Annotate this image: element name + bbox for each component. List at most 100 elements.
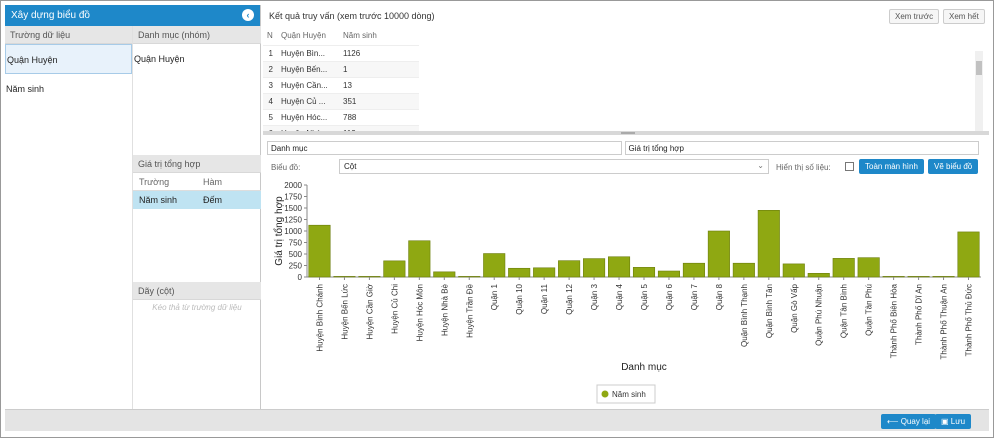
chart-bar — [882, 276, 905, 278]
row-district: Huyện Hóc... — [277, 109, 339, 126]
category-field-box[interactable]: Danh mục — [267, 141, 622, 155]
aggregate-row[interactable]: Năm sinh Đếm — [133, 191, 261, 209]
builder-title: Xây dựng biểu đồ — [11, 10, 90, 21]
chart-bar — [558, 260, 581, 278]
col-district[interactable]: Quận Huyện — [277, 27, 339, 46]
x-tick-label: Quận 6 — [665, 283, 674, 310]
draw-chart-button[interactable]: Vẽ biểu đồ — [928, 159, 979, 174]
col-birth-year[interactable]: Năm sinh — [339, 27, 419, 46]
result-grid: N Quận Huyện Năm sinh 1 Huyện Bìn... 1126 2… — [263, 27, 989, 131]
x-tick-label: Quận 7 — [690, 283, 699, 310]
chart-bar — [383, 260, 406, 278]
row-district: Huyện Cần... — [277, 77, 339, 94]
series-drop-hint[interactable]: Kéo thả từ trường dữ liệu — [133, 300, 261, 312]
y-tick-label: 1500 — [284, 204, 302, 213]
x-tick-label: Thành Phố Biên Hòa — [890, 283, 899, 358]
aggregate-row-field: Năm sinh — [139, 195, 178, 205]
table-row[interactable]: 5 Huyện Hóc... 788 — [263, 109, 419, 126]
x-tick-label: Huyện Nhà Bè — [440, 283, 449, 336]
chart-bar — [508, 267, 531, 278]
table-row[interactable]: 1 Huyện Bìn... 1126 — [263, 45, 419, 62]
chart-bar — [832, 258, 855, 278]
chart-bar — [308, 224, 331, 278]
row-index: 4 — [263, 93, 277, 110]
save-button-label: Lưu — [950, 417, 966, 426]
y-tick-label: 1250 — [284, 216, 302, 225]
row-birth-year: 351 — [339, 93, 419, 110]
scrollbar-thumb[interactable] — [976, 61, 982, 75]
chart-bar — [907, 276, 930, 278]
chart-bar — [707, 230, 730, 278]
chart-type-select[interactable]: Cột ⌄ — [339, 159, 769, 174]
chart-bar — [408, 240, 431, 278]
panel-splitter[interactable] — [263, 131, 989, 135]
x-tick-label: Quận 4 — [615, 283, 624, 310]
category-drop-item[interactable]: Quận Huyện — [133, 44, 261, 74]
show-values-label: Hiển thị số liệu: — [776, 163, 831, 172]
splitter-grip[interactable] — [621, 132, 635, 134]
field-item-district[interactable]: Quận Huyện — [5, 44, 132, 74]
y-axis-title: Giá trị tổng hợp — [273, 196, 285, 266]
chart-bar — [682, 262, 705, 278]
x-tick-label: Quận 12 — [565, 283, 574, 314]
y-tick-label: 1750 — [284, 193, 302, 202]
chart-bar — [757, 209, 780, 278]
x-tick-label: Quận Gò Vấp — [790, 283, 799, 332]
result-table: N Quận Huyện Năm sinh 1 Huyện Bìn... 1126 2… — [263, 27, 419, 131]
x-tick-label: Huyện Cần Giờ — [365, 283, 374, 339]
fields-column: Trường dữ liệu Quận Huyện Năm sinh — [5, 26, 133, 409]
result-panel: Kết quả truy vấn (xem trước 10000 dòng) … — [263, 5, 989, 409]
save-button[interactable]: ▣ Lưu — [935, 414, 972, 429]
footer-bar: ⟵ Quay lại ▣ Lưu — [5, 409, 989, 431]
legend-label: Năm sinh — [612, 390, 646, 399]
table-row[interactable]: 2 Huyện Bến... 1 — [263, 61, 419, 78]
y-tick-label: 1000 — [284, 227, 302, 236]
row-district: Huyện Củ ... — [277, 93, 339, 110]
result-table-header: N Quận Huyện Năm sinh — [263, 27, 419, 46]
table-row[interactable]: 4 Huyện Củ ... 351 — [263, 93, 419, 110]
view-all-button[interactable]: Xem hết — [943, 9, 985, 24]
grid-scrollbar[interactable] — [975, 51, 983, 131]
chart-bar — [657, 270, 680, 278]
collapse-left-icon[interactable]: ‹ — [242, 9, 254, 21]
x-tick-label: Quận 1 — [490, 283, 499, 310]
x-tick-label: Thành Phố Thuận An — [940, 284, 949, 359]
fullscreen-button[interactable]: Toàn màn hình — [859, 159, 924, 174]
row-birth-year: 13 — [339, 77, 419, 94]
value-field-box[interactable]: Giá trị tổng hợp — [624, 141, 979, 155]
row-district: Huyện Bìn... — [277, 45, 339, 62]
table-row[interactable]: 3 Huyện Cần... 13 — [263, 77, 419, 94]
x-tick-label: Thành Phố Dĩ An — [915, 284, 924, 345]
back-button[interactable]: ⟵ Quay lại — [881, 414, 937, 429]
x-tick-label: Quận 5 — [640, 283, 649, 310]
aggregate-row-func[interactable]: Đếm — [197, 191, 261, 209]
result-toolbar: Kết quả truy vấn (xem trước 10000 dòng) … — [263, 5, 989, 27]
preview-button[interactable]: Xem trước — [889, 9, 940, 24]
x-tick-label: Quận Tân Phú — [865, 284, 874, 336]
category-header: Danh mục (nhóm) — [133, 26, 261, 44]
x-tick-label: Quận Bình Tân — [765, 284, 774, 338]
chart-bar — [433, 271, 456, 278]
chart-bar — [857, 257, 880, 278]
x-tick-label: Quận 8 — [715, 283, 724, 310]
chart-field-boxes: Danh mục Giá trị tổng hợp — [267, 141, 979, 155]
x-tick-label: Quận Tân Bình — [840, 284, 849, 338]
chart-bar — [458, 276, 481, 278]
chart-bar — [632, 267, 656, 278]
chart-bar — [533, 267, 556, 278]
row-birth-year: 1126 — [339, 45, 419, 62]
y-tick-label: 500 — [289, 250, 303, 259]
aggregate-col-field: Trường — [139, 177, 170, 187]
builder-header: Xây dựng biểu đồ ‹ — [5, 5, 260, 26]
show-values-checkbox[interactable] — [845, 162, 854, 171]
bar-chart: 0 250 500 750 1000 1250 1500 1750 2000 Giá trị tổ… — [273, 181, 981, 404]
row-index: 3 — [263, 77, 277, 94]
x-tick-label: Huyện Bến Lức — [340, 284, 349, 340]
field-item-birth-year[interactable]: Năm sinh — [5, 74, 132, 104]
x-axis-title: Danh mục — [621, 362, 667, 373]
aggregate-header: Giá trị tổng hợp — [133, 155, 261, 173]
series-header: Dãy (cột) — [133, 282, 261, 300]
chart-bar — [583, 258, 606, 278]
y-tick-label: 250 — [289, 262, 303, 271]
aggregate-table-header: Trường Hàm — [133, 173, 261, 191]
